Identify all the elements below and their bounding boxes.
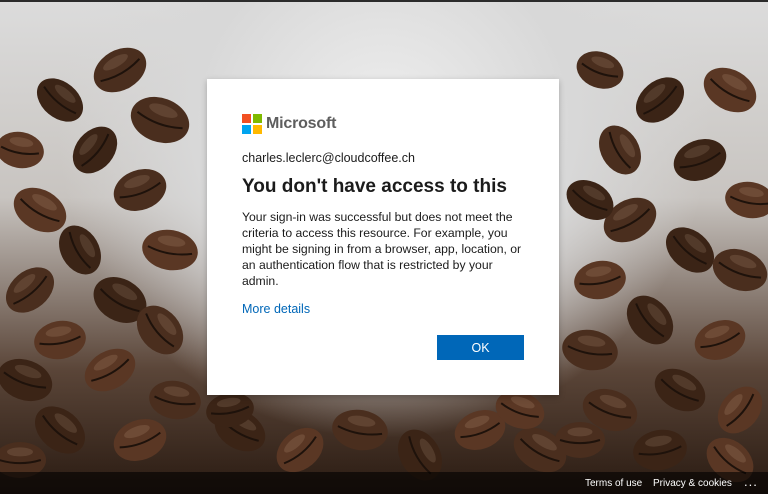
- coffee-bean: [599, 125, 641, 175]
- logo-square-red: [242, 114, 251, 123]
- more-details-link[interactable]: More details: [242, 302, 310, 316]
- coffee-bean: [626, 295, 674, 345]
- coffee-bean: [0, 131, 44, 169]
- coffee-bean: [717, 386, 763, 434]
- coffee-bean: [665, 227, 715, 273]
- coffee-bean: [84, 348, 136, 392]
- top-border: [0, 0, 768, 2]
- coffee-bean: [72, 126, 118, 174]
- coffee-bean: [149, 380, 201, 420]
- coffee-bean: [34, 320, 86, 360]
- coffee-bean: [576, 51, 624, 89]
- terms-of-use-link[interactable]: Terms of use: [585, 478, 642, 489]
- coffee-bean: [635, 77, 685, 123]
- coffee-bean: [725, 181, 768, 219]
- coffee-bean: [712, 248, 768, 292]
- access-denied-dialog: Microsoft charles.leclerc@cloudcoffee.ch…: [207, 79, 559, 395]
- coffee-bean: [694, 320, 746, 360]
- dialog-title: You don't have access to this: [242, 176, 507, 197]
- ok-button[interactable]: OK: [437, 335, 524, 360]
- coffee-bean: [703, 67, 757, 113]
- privacy-cookies-link[interactable]: Privacy & cookies: [653, 478, 732, 489]
- coffee-bean: [654, 368, 706, 412]
- coffee-bean: [113, 419, 167, 461]
- footer-bar: Terms of use Privacy & cookies ...: [0, 472, 768, 494]
- coffee-bean: [555, 422, 605, 458]
- dialog-message: Your sign-in was successful but does not…: [242, 210, 522, 288]
- coffee-bean: [113, 169, 167, 211]
- microsoft-logo: Microsoft: [242, 113, 524, 135]
- coffee-bean: [562, 329, 618, 371]
- coffee-bean: [574, 260, 626, 300]
- coffee-bean: [142, 229, 198, 271]
- logo-square-blue: [242, 125, 251, 134]
- coffee-bean: [0, 358, 53, 402]
- coffee-bean: [93, 47, 147, 93]
- logo-square-yellow: [253, 125, 262, 134]
- coffee-bean: [5, 267, 55, 313]
- microsoft-wordmark: Microsoft: [266, 115, 337, 132]
- coffee-bean: [130, 96, 190, 144]
- account-email: charles.leclerc@cloudcoffee.ch: [242, 151, 415, 165]
- coffee-bean: [633, 429, 687, 471]
- coffee-bean: [673, 139, 727, 181]
- coffee-bean: [36, 78, 84, 122]
- logo-square-green: [253, 114, 262, 123]
- more-options-icon[interactable]: ...: [744, 474, 758, 489]
- coffee-bean: [332, 409, 388, 451]
- microsoft-logo-icon: [242, 114, 262, 134]
